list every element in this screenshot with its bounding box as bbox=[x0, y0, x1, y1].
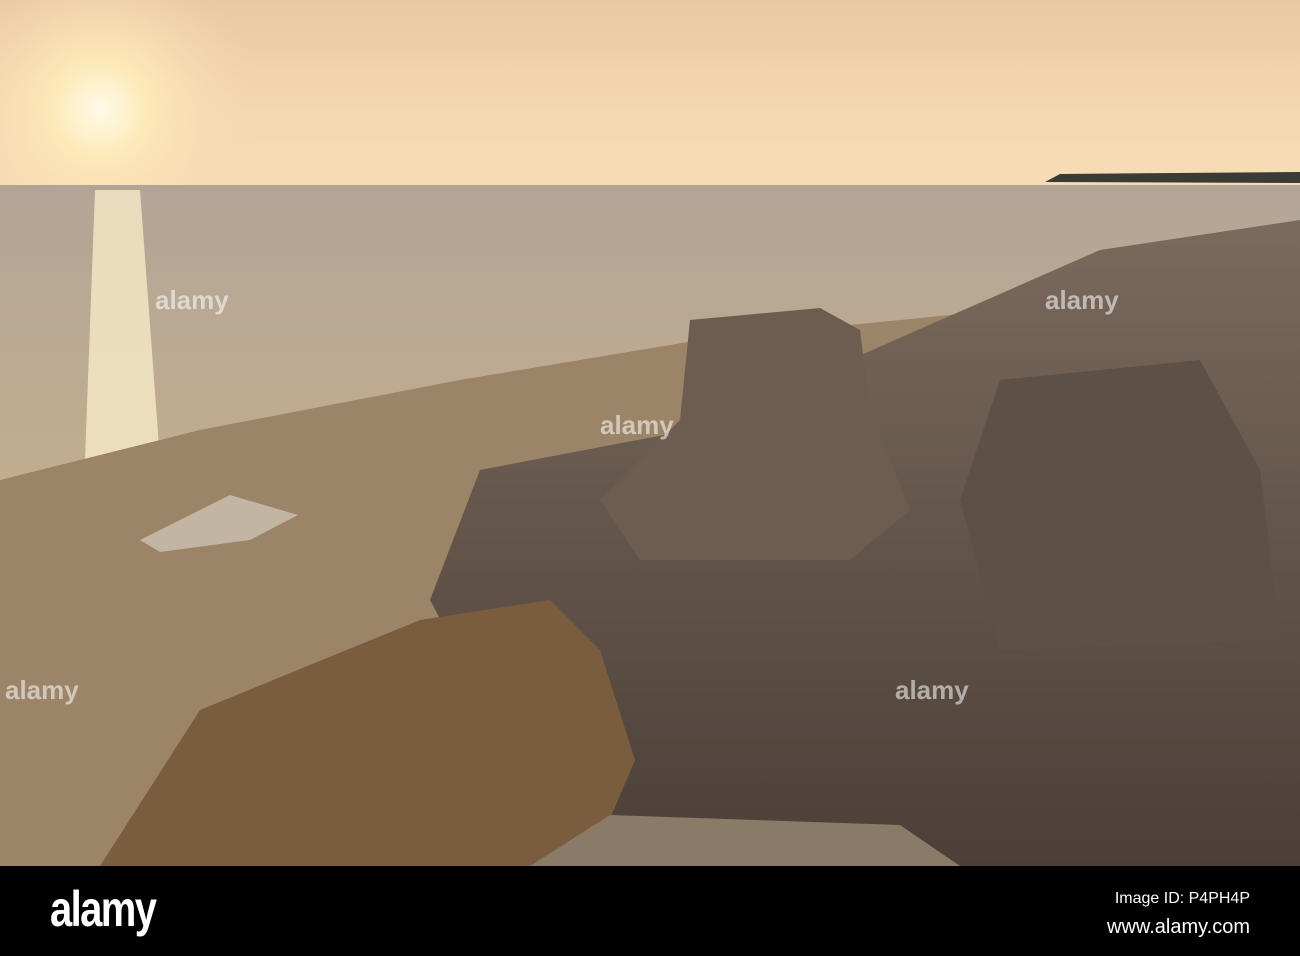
watermark: alamy bbox=[895, 675, 969, 705]
watermark: alamy bbox=[600, 410, 674, 440]
watermark: alamy bbox=[155, 285, 229, 315]
image-id: Image ID: P4PH4P bbox=[1114, 890, 1250, 907]
sun bbox=[0, 0, 1300, 190]
footer-bar: alamy Image ID: P4PH4P www.alamy.com bbox=[0, 866, 1300, 956]
watermark: alamy bbox=[1045, 285, 1119, 315]
alamy-logo: alamy bbox=[50, 881, 157, 937]
watermark: alamy bbox=[5, 675, 79, 705]
site-url: www.alamy.com bbox=[1107, 916, 1250, 938]
